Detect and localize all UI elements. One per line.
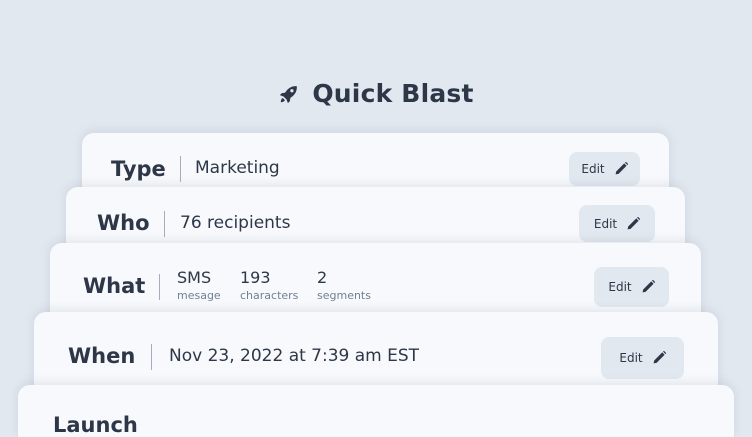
step-divider [180,156,181,182]
page-title: Quick Blast [312,78,474,108]
pencil-icon [652,351,666,365]
who-value: 76 recipients [180,213,291,233]
step-label-who: Who [97,211,150,235]
stat-value: SMS [177,268,212,287]
edit-when-button[interactable]: Edit [601,337,684,379]
edit-button-label: Edit [608,280,632,294]
pencil-icon [641,280,655,294]
edit-button-label: Edit [593,216,618,231]
step-label-launch: Launch [53,413,138,437]
stat-unit: mesage [177,289,221,302]
stat-characters: 193 characters [240,268,298,304]
type-value: Marketing [195,158,280,178]
pencil-icon [614,162,628,176]
stat-message-type: SMS mesage [177,268,221,304]
pencil-icon [626,216,641,231]
stat-value: 2 [317,268,328,287]
step-divider [159,274,160,300]
step-label-what: What [83,274,146,298]
when-value: Nov 23, 2022 at 7:39 am EST [169,346,420,366]
page-header: Quick Blast [0,74,752,112]
stat-segments: 2 segments [317,268,371,304]
step-label-type: Type [111,157,166,181]
step-label-when: When [68,344,136,368]
stat-value: 193 [240,268,271,287]
edit-what-button[interactable]: Edit [594,267,669,307]
edit-button-label: Edit [619,351,643,365]
rocket-icon [278,83,300,105]
edit-button-label: Edit [581,162,605,176]
stat-unit: segments [317,289,371,302]
step-divider [151,344,152,370]
edit-type-button[interactable]: Edit [569,152,640,186]
edit-who-button[interactable]: Edit [579,205,655,242]
stat-unit: characters [240,289,299,302]
step-divider [164,211,165,237]
step-card-launch: Launch [18,385,734,437]
